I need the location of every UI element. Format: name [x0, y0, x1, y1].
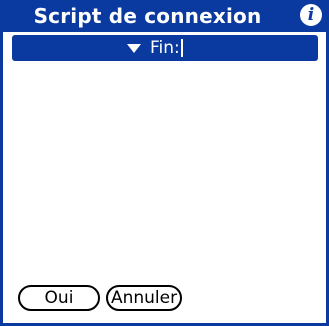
title-bar: Script de connexion i — [3, 0, 329, 32]
connection-script-dialog: Script de connexion i Fin: Oui Annuler — [0, 0, 329, 326]
ok-button[interactable]: Oui — [18, 285, 100, 311]
info-icon[interactable]: i — [300, 4, 322, 26]
cancel-button[interactable]: Annuler — [106, 285, 182, 311]
text-cursor — [180, 39, 183, 57]
command-popup-trigger[interactable]: Fin: — [127, 37, 183, 59]
script-command-row[interactable]: Fin: — [12, 35, 318, 61]
script-command-label: Fin: — [150, 38, 180, 58]
dropdown-triangle-icon — [127, 43, 141, 53]
dialog-title: Script de connexion — [33, 4, 262, 28]
